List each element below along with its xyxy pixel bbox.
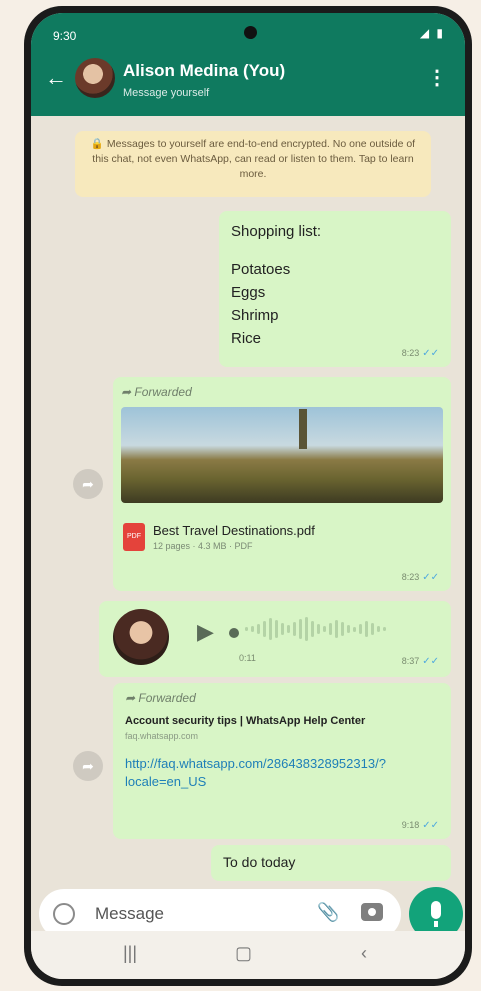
scrubber-handle[interactable] [229,628,239,638]
document-meta: 12 pages · 4.3 MB · PDF [153,541,253,551]
camera-icon[interactable] [361,903,383,921]
back-nav-icon[interactable]: ‹ [361,943,367,964]
status-time: 9:30 [53,29,77,43]
voice-duration: 0:11 [239,653,256,663]
read-check-icon: ✓✓ [422,348,439,359]
waveform[interactable] [245,617,425,647]
message-input[interactable]: Message [95,904,164,924]
more-options-icon[interactable]: ⋮ [427,65,447,90]
pdf-icon: PDF [123,523,145,551]
encryption-notice[interactable]: 🔒 Messages to yourself are end-to-end en… [75,131,431,197]
message-time: 8:23 ✓✓ [401,572,439,583]
tower-image [299,409,307,449]
message-todo[interactable]: To do today [211,845,451,881]
message-time: 8:23 ✓✓ [401,348,439,359]
chat-header: 9:30 ◢ ▮ ← Alison Medina (You) Message y… [31,13,465,116]
message-forwarded-link[interactable]: ➦ Forwarded Account security tips | What… [113,683,451,839]
link-preview-host: faq.whatsapp.com [125,731,199,741]
document-name: Best Travel Destinations.pdf [153,523,315,538]
message-time: 9:18 ✓✓ [401,820,439,831]
list-item: Shrimp [231,307,279,324]
list-item: Potatoes [231,261,291,278]
list-item: Rice [231,330,262,347]
avatar[interactable] [75,58,115,98]
back-arrow-icon[interactable]: ← [45,67,67,89]
system-nav-bar: ||| ▢ ‹ [31,931,465,979]
message-voice-note[interactable]: ▶ 0:11 8:37 ✓✓ [99,601,451,677]
link-preview-title[interactable]: Account security tips | WhatsApp Help Ce… [125,715,439,727]
chat-title[interactable]: Alison Medina (You) [123,61,285,81]
forward-icon[interactable]: ➦ [73,751,103,781]
voice-avatar [113,609,169,665]
emoji-icon[interactable] [53,903,75,925]
message-time: 8:37 ✓✓ [401,656,439,667]
document-preview-image[interactable] [121,407,443,503]
message-shopping-list[interactable]: Shopping list: Potatoes Eggs Shrimp Rice… [219,211,451,367]
link-url[interactable]: http://faq.whatsapp.com/286438328952313/… [125,755,439,791]
read-check-icon: ✓✓ [422,572,439,583]
home-icon[interactable]: ▢ [235,943,252,964]
status-icons: ◢ ▮ [419,26,445,40]
read-check-icon: ✓✓ [422,656,439,667]
play-icon[interactable]: ▶ [197,619,214,645]
shopping-title: Shopping list: [231,223,322,240]
list-item: Eggs [231,284,266,301]
forwarded-label: ➦ Forwarded [125,691,196,705]
recent-apps-icon[interactable]: ||| [123,943,137,964]
read-check-icon: ✓✓ [422,820,439,831]
message-forwarded-document[interactable]: ➦ Forwarded PDF Best Travel Destinations… [113,377,451,591]
phone-frame: 9:30 ◢ ▮ ← Alison Medina (You) Message y… [24,6,472,986]
forwarded-label: ➦ Forwarded [121,385,192,399]
forward-icon[interactable]: ➦ [73,469,103,499]
front-camera [244,26,257,39]
attach-icon[interactable]: 📎 [317,902,339,923]
chat-screen: 9:30 ◢ ▮ ← Alison Medina (You) Message y… [31,13,465,979]
chat-subtitle: Message yourself [123,87,210,99]
